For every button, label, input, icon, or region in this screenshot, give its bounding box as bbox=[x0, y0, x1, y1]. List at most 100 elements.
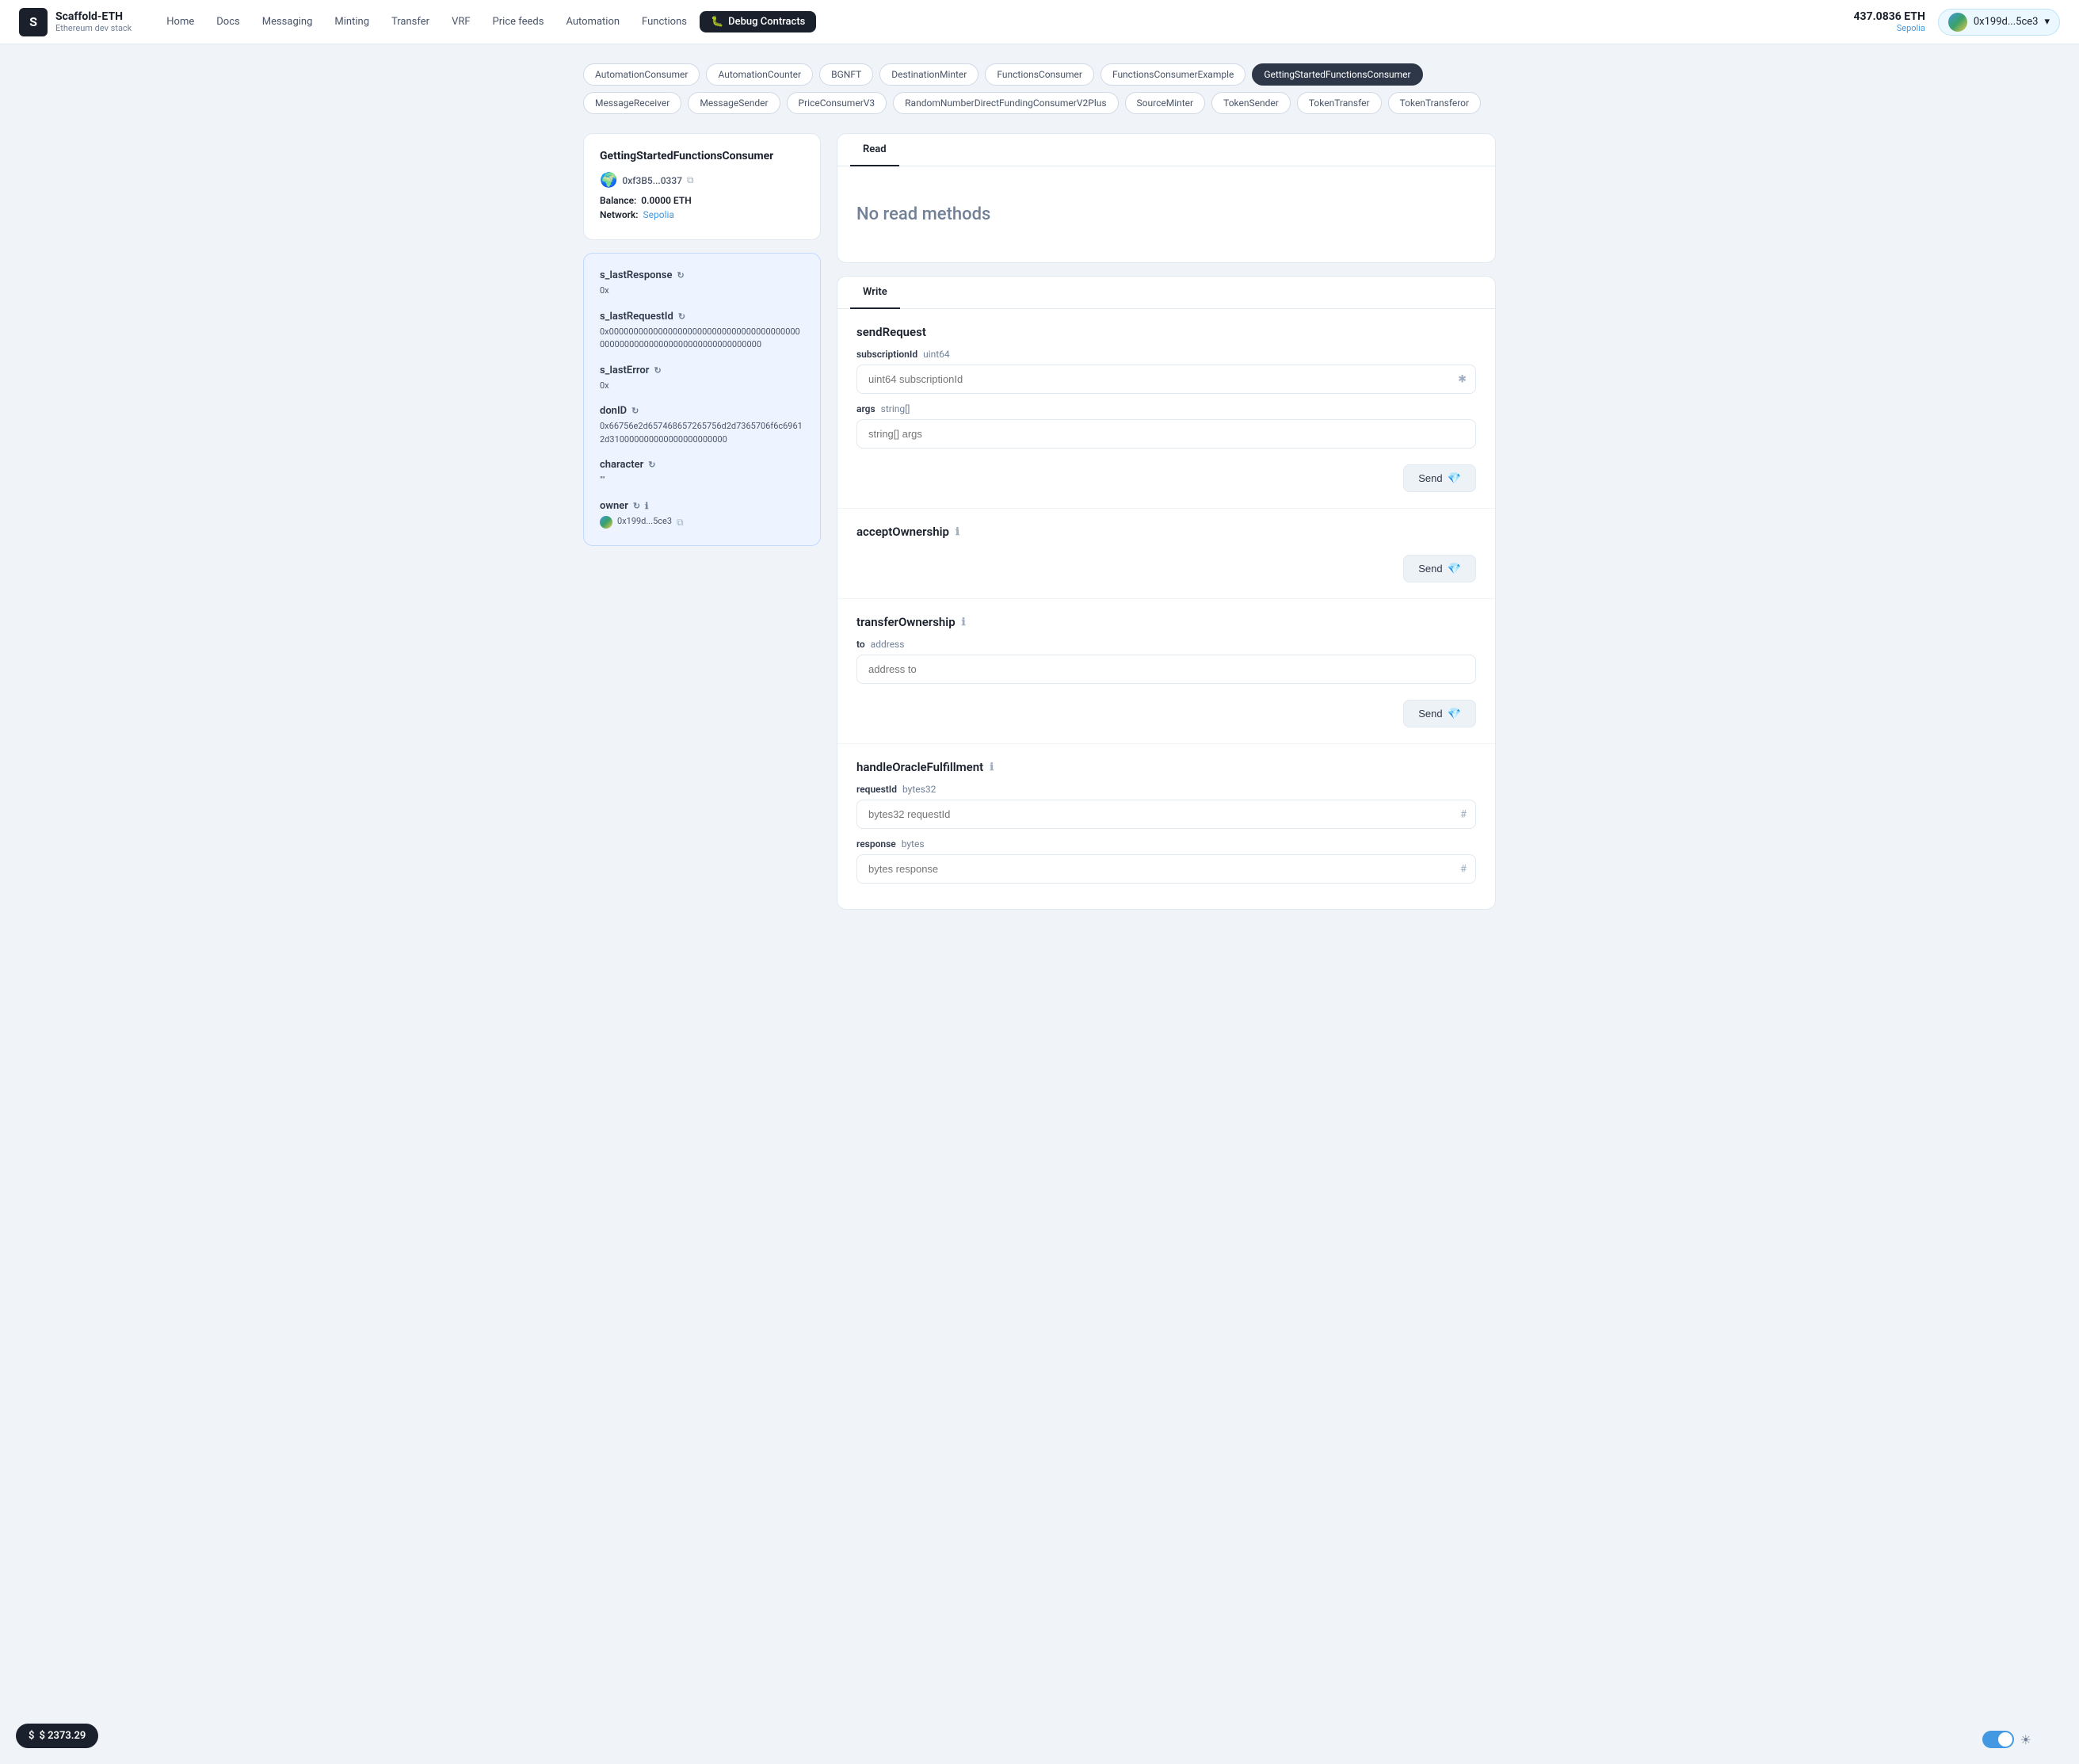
args-input[interactable] bbox=[856, 419, 1476, 449]
nav-messaging[interactable]: Messaging bbox=[253, 11, 322, 32]
nav-automation[interactable]: Automation bbox=[556, 11, 629, 32]
tab-source-minter[interactable]: SourceMinter bbox=[1125, 92, 1206, 114]
write-section: Write sendRequest subscriptionId uint64 bbox=[837, 276, 1496, 910]
to-param: to address bbox=[856, 639, 1476, 684]
price-ticker: $ $ 2373.29 bbox=[16, 1724, 98, 1748]
content-grid: GettingStartedFunctionsConsumer 🌍 0xf3B5… bbox=[583, 133, 1496, 910]
request-id-param: requestId bytes32 # bbox=[856, 784, 1476, 829]
function-transfer-ownership: transferOwnership ℹ to address bbox=[837, 599, 1495, 744]
function-accept-ownership: acceptOwnership ℹ Send 💎 bbox=[837, 509, 1495, 599]
wallet-address: 0x199d...5ce3 bbox=[1974, 16, 2039, 28]
character-refresh-icon[interactable]: ↻ bbox=[648, 460, 655, 470]
function-send-request: sendRequest subscriptionId uint64 ✱ bbox=[837, 309, 1495, 509]
handle-oracle-info-icon[interactable]: ℹ bbox=[990, 762, 994, 773]
nav-vrf[interactable]: VRF bbox=[442, 11, 479, 32]
owner-refresh-icon[interactable]: ↻ bbox=[633, 501, 640, 511]
nav-pricefeeds[interactable]: Price feeds bbox=[483, 11, 554, 32]
wallet-button[interactable]: 0x199d...5ce3 ▾ bbox=[1938, 9, 2060, 36]
state-s-last-request-id: s_lastRequestId ↻ 0x00000000000000000000… bbox=[600, 311, 804, 352]
transfer-to-input[interactable] bbox=[856, 655, 1476, 684]
tab-functions-consumer[interactable]: FunctionsConsumer bbox=[985, 63, 1094, 86]
left-panel: GettingStartedFunctionsConsumer 🌍 0xf3B5… bbox=[583, 133, 821, 546]
tab-token-transferor[interactable]: TokenTransferor bbox=[1388, 92, 1482, 114]
required-icon: ✱ bbox=[1458, 373, 1467, 385]
contract-info-card: GettingStartedFunctionsConsumer 🌍 0xf3B5… bbox=[583, 133, 821, 240]
tab-automation-counter[interactable]: AutomationCounter bbox=[706, 63, 813, 86]
main-content: AutomationConsumer AutomationCounter BGN… bbox=[564, 44, 1515, 929]
header: S Scaffold-ETH Ethereum dev stack Home D… bbox=[0, 0, 2079, 44]
s-last-error-label: s_lastError bbox=[600, 365, 649, 376]
contract-avatar: 🌍 bbox=[600, 172, 617, 189]
write-tab[interactable]: Write bbox=[850, 277, 900, 309]
bug-icon: 🐛 bbox=[711, 16, 723, 28]
read-tab[interactable]: Read bbox=[850, 134, 899, 166]
tab-functions-consumer-example[interactable]: FunctionsConsumerExample bbox=[1101, 63, 1245, 86]
tab-token-sender[interactable]: TokenSender bbox=[1211, 92, 1291, 114]
logo: S Scaffold-ETH Ethereum dev stack bbox=[19, 8, 132, 36]
s-last-error-value: 0x bbox=[600, 380, 804, 393]
dollar-icon: $ bbox=[29, 1730, 34, 1742]
accept-ownership-button[interactable]: Send 💎 bbox=[1403, 555, 1476, 582]
nav-functions[interactable]: Functions bbox=[632, 11, 696, 32]
theme-toggle[interactable]: ☀ bbox=[1982, 1731, 2031, 1748]
tab-price-consumer[interactable]: PriceConsumerV3 bbox=[787, 92, 887, 114]
tab-token-transfer[interactable]: TokenTransfer bbox=[1297, 92, 1382, 114]
accept-ownership-info-icon[interactable]: ℹ bbox=[956, 526, 959, 538]
tab-message-receiver[interactable]: MessageReceiver bbox=[583, 92, 681, 114]
eth-balance: 437.0836 ETH Sepolia bbox=[1854, 10, 1925, 33]
subscription-id-input[interactable] bbox=[856, 365, 1476, 394]
request-id-input[interactable] bbox=[856, 800, 1476, 829]
owner-value: 0x199d...5ce3 ⧉ bbox=[600, 515, 804, 529]
transfer-ownership-button[interactable]: Send 💎 bbox=[1403, 700, 1476, 727]
write-section-tabs: Write bbox=[837, 277, 1495, 309]
nav-minting[interactable]: Minting bbox=[325, 11, 379, 32]
contract-address-row: 🌍 0xf3B5...0337 ⧉ bbox=[600, 172, 804, 189]
toggle-track[interactable] bbox=[1982, 1731, 2014, 1748]
network-link[interactable]: Sepolia bbox=[643, 209, 674, 220]
nav-transfer[interactable]: Transfer bbox=[382, 11, 439, 32]
tab-destination-minter[interactable]: DestinationMinter bbox=[879, 63, 978, 86]
s-last-response-refresh-icon[interactable]: ↻ bbox=[677, 270, 684, 281]
contract-name: GettingStartedFunctionsConsumer bbox=[600, 150, 804, 162]
args-param: args string[] bbox=[856, 403, 1476, 449]
hash-icon-2: # bbox=[1460, 863, 1467, 875]
copy-address-icon[interactable]: ⧉ bbox=[687, 174, 694, 186]
character-label: character bbox=[600, 459, 643, 471]
right-panel: Read No read methods Write sendRequest s… bbox=[837, 133, 1496, 910]
don-id-refresh-icon[interactable]: ↻ bbox=[631, 406, 639, 416]
tab-random-number[interactable]: RandomNumberDirectFundingConsumerV2Plus bbox=[893, 92, 1118, 114]
tab-getting-started[interactable]: GettingStartedFunctionsConsumer bbox=[1252, 63, 1422, 86]
network-row: Network: Sepolia bbox=[600, 209, 804, 220]
s-last-response-label: s_lastResponse bbox=[600, 269, 672, 281]
response-input[interactable] bbox=[856, 854, 1476, 884]
send-request-button[interactable]: Send 💎 bbox=[1403, 464, 1476, 492]
send-request-name: sendRequest bbox=[856, 325, 926, 339]
contract-tabs: AutomationConsumer AutomationCounter BGN… bbox=[583, 63, 1496, 114]
nav-home[interactable]: Home bbox=[157, 11, 204, 32]
response-param: response bytes # bbox=[856, 838, 1476, 884]
function-handle-oracle: handleOracleFulfillment ℹ requestId byte… bbox=[837, 744, 1495, 909]
s-last-request-id-refresh-icon[interactable]: ↻ bbox=[678, 311, 685, 322]
toggle-thumb bbox=[1998, 1732, 2012, 1747]
eth-amount: 437.0836 ETH bbox=[1854, 10, 1925, 23]
tab-bgnft[interactable]: BGNFT bbox=[819, 63, 873, 86]
nav-docs[interactable]: Docs bbox=[207, 11, 249, 32]
logo-icon: S bbox=[19, 8, 48, 36]
s-last-error-refresh-icon[interactable]: ↻ bbox=[654, 365, 661, 376]
s-last-response-value: 0x bbox=[600, 284, 804, 298]
state-s-last-error: s_lastError ↻ 0x bbox=[600, 365, 804, 393]
owner-info-icon[interactable]: ℹ bbox=[645, 501, 648, 511]
owner-label: owner bbox=[600, 500, 628, 512]
state-character: character ↻ "" bbox=[600, 459, 804, 487]
don-id-label: donID bbox=[600, 405, 627, 417]
transfer-ownership-info-icon[interactable]: ℹ bbox=[962, 617, 966, 628]
debug-contracts-button[interactable]: 🐛 Debug Contracts bbox=[700, 11, 816, 32]
send-icon-3: 💎 bbox=[1448, 707, 1461, 720]
tab-automation-consumer[interactable]: AutomationConsumer bbox=[583, 63, 700, 86]
network-label: Sepolia bbox=[1854, 23, 1925, 33]
sun-icon: ☀ bbox=[2020, 1732, 2031, 1747]
tab-message-sender[interactable]: MessageSender bbox=[688, 92, 780, 114]
owner-copy-icon[interactable]: ⧉ bbox=[677, 515, 684, 529]
state-don-id: donID ↻ 0x66756e2d657468657265756d2d7365… bbox=[600, 405, 804, 446]
header-right: 437.0836 ETH Sepolia 0x199d...5ce3 ▾ bbox=[1854, 9, 2060, 36]
